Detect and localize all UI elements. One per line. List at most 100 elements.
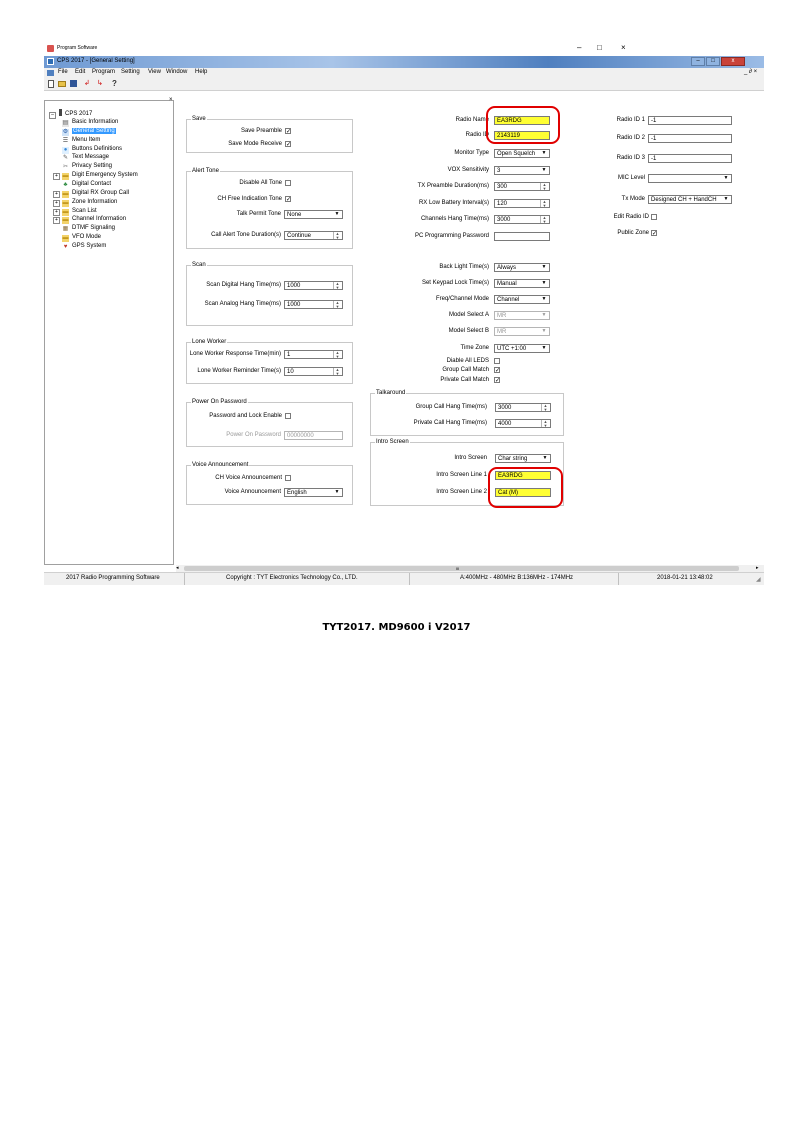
vox-dropdown[interactable]: 3 ▼	[494, 166, 550, 175]
gps-icon: ♥	[62, 243, 69, 251]
model-b-dropdown[interactable]: MR ▼	[494, 327, 550, 336]
disable-leds-checkbox[interactable]	[494, 358, 500, 364]
scroll-right-icon[interactable]: ▸	[756, 565, 759, 572]
write-radio-icon[interactable]: ↳	[97, 80, 106, 88]
pc-password-field[interactable]	[494, 232, 550, 241]
model-b-label: Model Select B	[448, 328, 489, 334]
spinner-arrows-icon[interactable]: ▲ ▼	[333, 282, 341, 289]
tree-close-icon[interactable]: ×	[169, 97, 173, 103]
menu-file[interactable]: File	[58, 68, 68, 77]
private-hang-spinner[interactable]: 4000 ▲ ▼	[495, 419, 551, 428]
tree-item-digital-rx-group-call[interactable]: + ▬ Digital RX Group Call	[53, 189, 129, 198]
new-file-icon[interactable]	[48, 80, 54, 88]
voice-announcement-dropdown[interactable]: English ▼	[284, 488, 343, 497]
save-icon[interactable]	[70, 80, 77, 87]
tree-item-digital-contact[interactable]: ♣ Digital Contact	[53, 180, 111, 189]
monitor-type-dropdown[interactable]: Open Squelch ▼	[494, 149, 550, 158]
close-button[interactable]: ×	[621, 43, 626, 52]
tree-item-scan-list[interactable]: + ▬ Scan List	[53, 207, 97, 216]
radio-id3-field[interactable]: -1	[648, 154, 732, 163]
spinner-arrows-icon[interactable]: ▲ ▼	[541, 420, 549, 427]
tree-item-zone-information[interactable]: + ▬ Zone Information	[53, 198, 117, 207]
spinner-arrows-icon[interactable]: ▲ ▼	[333, 368, 341, 375]
group-hang-spinner[interactable]: 3000 ▲ ▼	[495, 403, 551, 412]
horizontal-scrollbar[interactable]: ◂ III ▸	[176, 565, 764, 572]
menu-help[interactable]: Help	[195, 68, 207, 77]
menu-setting[interactable]: Setting	[121, 68, 140, 77]
group-call-match-checkbox[interactable]: ✓	[494, 367, 500, 374]
scan-digital-label: Scan Digital Hang Time(ms)	[206, 282, 281, 288]
tree-item-menu-item[interactable]: ☰ Menu Item	[53, 136, 100, 145]
status-app: 2017 Radio Programming Software	[66, 575, 160, 581]
tree-item-digit-emergency-system[interactable]: + ▬ Digit Emergency System	[53, 171, 138, 181]
ch-voice-checkbox[interactable]	[285, 475, 291, 481]
chevron-down-icon: ▼	[541, 296, 547, 302]
app-title: CPS 2017 - [General Setting]	[57, 58, 135, 64]
scan-digital-spinner[interactable]: 1000 ▲ ▼	[284, 281, 343, 290]
backlight-dropdown[interactable]: Always ▼	[494, 263, 550, 272]
talk-permit-dropdown[interactable]: None ▼	[284, 210, 343, 219]
tree-item-general-setting[interactable]: ⚙ General Setting	[53, 127, 116, 136]
save-preamble-checkbox[interactable]: ✓	[285, 128, 291, 135]
time-zone-dropdown[interactable]: UTC +1:00 ▼	[494, 344, 550, 353]
tree-item-buttons-definitions[interactable]: ● Buttons Definitions	[53, 145, 122, 154]
spinner-arrows-icon[interactable]: ▲ ▼	[333, 351, 341, 358]
tree-item-basic-information[interactable]: ▤ Basic Information	[53, 118, 118, 127]
mdi-controls[interactable]: _ ∂ ×	[744, 68, 757, 77]
help-icon[interactable]: ?	[112, 79, 120, 88]
menu-view[interactable]: View	[148, 68, 161, 77]
tx-preamble-spinner[interactable]: 300 ▲ ▼	[494, 182, 550, 191]
tree-item-dtmf-signaling[interactable]: ▦ DTMF Signaling	[53, 224, 115, 234]
power-on-password-field[interactable]: 00000000	[284, 431, 343, 440]
menu-edit[interactable]: Edit	[75, 68, 85, 77]
scan-analog-spinner[interactable]: 1000 ▲ ▼	[284, 300, 343, 309]
save-mode-receive-checkbox[interactable]: ✓	[285, 141, 291, 148]
rx-battery-spinner[interactable]: 120 ▲ ▼	[494, 199, 550, 208]
annotation-highlight-intro	[488, 467, 563, 508]
disable-all-tone-checkbox[interactable]	[285, 180, 291, 186]
spinner-arrows-icon[interactable]: ▲ ▼	[540, 200, 548, 207]
radio-id1-field[interactable]: -1	[648, 116, 732, 125]
model-a-dropdown[interactable]: MR ▼	[494, 311, 550, 320]
ch-free-checkbox[interactable]: ✓	[285, 196, 291, 203]
menu-window[interactable]: Window	[166, 68, 187, 77]
public-zone-checkbox[interactable]: ✓	[651, 230, 657, 237]
app-close-button[interactable]: x	[721, 57, 745, 66]
tree-item-gps-system[interactable]: ♥ GPS System	[53, 242, 106, 251]
spinner-arrows-icon[interactable]: ▲ ▼	[540, 183, 548, 190]
tree-item-vfo-mode[interactable]: ▬ VFO Mode	[53, 233, 101, 243]
open-folder-icon[interactable]	[58, 81, 66, 87]
freq-mode-dropdown[interactable]: Channel ▼	[494, 295, 550, 304]
channels-hang-spinner[interactable]: 3000 ▲ ▼	[494, 215, 550, 224]
lone-reminder-spinner[interactable]: 10 ▲ ▼	[284, 367, 343, 376]
resize-grip-icon[interactable]: ◢	[756, 577, 761, 583]
spinner-arrows-icon[interactable]: ▲ ▼	[541, 404, 549, 411]
freq-mode-label: Freq/Channel Mode	[435, 296, 489, 302]
tx-mode-dropdown[interactable]: Designed CH + HandCH ▼	[648, 195, 732, 204]
radio-id2-field[interactable]: -1	[648, 134, 732, 143]
lone-response-spinner[interactable]: 1 ▲ ▼	[284, 350, 343, 359]
scroll-left-icon[interactable]: ◂	[176, 565, 179, 572]
tree-item-label: Menu Item	[72, 136, 101, 143]
mic-level-dropdown[interactable]: ▼	[648, 174, 732, 183]
spinner-arrows-icon[interactable]: ▲ ▼	[333, 232, 341, 239]
maximize-button[interactable]: □	[597, 43, 602, 52]
call-alert-spinner[interactable]: Continue ▲ ▼	[284, 231, 343, 240]
password-lock-checkbox[interactable]	[285, 413, 291, 419]
read-radio-icon[interactable]: ↲	[84, 80, 93, 88]
intro-screen-dropdown[interactable]: Char string ▼	[495, 454, 551, 463]
menu-program[interactable]: Program	[92, 68, 115, 77]
app-restore-button[interactable]: □	[706, 57, 720, 66]
minimize-button[interactable]: –	[577, 43, 581, 52]
spinner-arrows-icon[interactable]: ▲ ▼	[333, 301, 341, 308]
chevron-down-icon: ▼	[723, 196, 729, 202]
spinner-arrows-icon[interactable]: ▲ ▼	[540, 216, 548, 223]
tree-item-privacy-setting[interactable]: ✂ Privacy Setting	[53, 162, 112, 172]
scroll-thumb[interactable]	[184, 566, 739, 571]
app-minimize-button[interactable]: –	[691, 57, 705, 66]
private-call-match-checkbox[interactable]: ✓	[494, 377, 500, 384]
tree-item-text-message[interactable]: ✎ Text Message	[53, 153, 109, 163]
keypad-lock-dropdown[interactable]: Manual ▼	[494, 279, 550, 288]
edit-radio-id-checkbox[interactable]	[651, 214, 657, 220]
tree-item-channel-information[interactable]: + ▬ Channel Information	[53, 215, 126, 225]
